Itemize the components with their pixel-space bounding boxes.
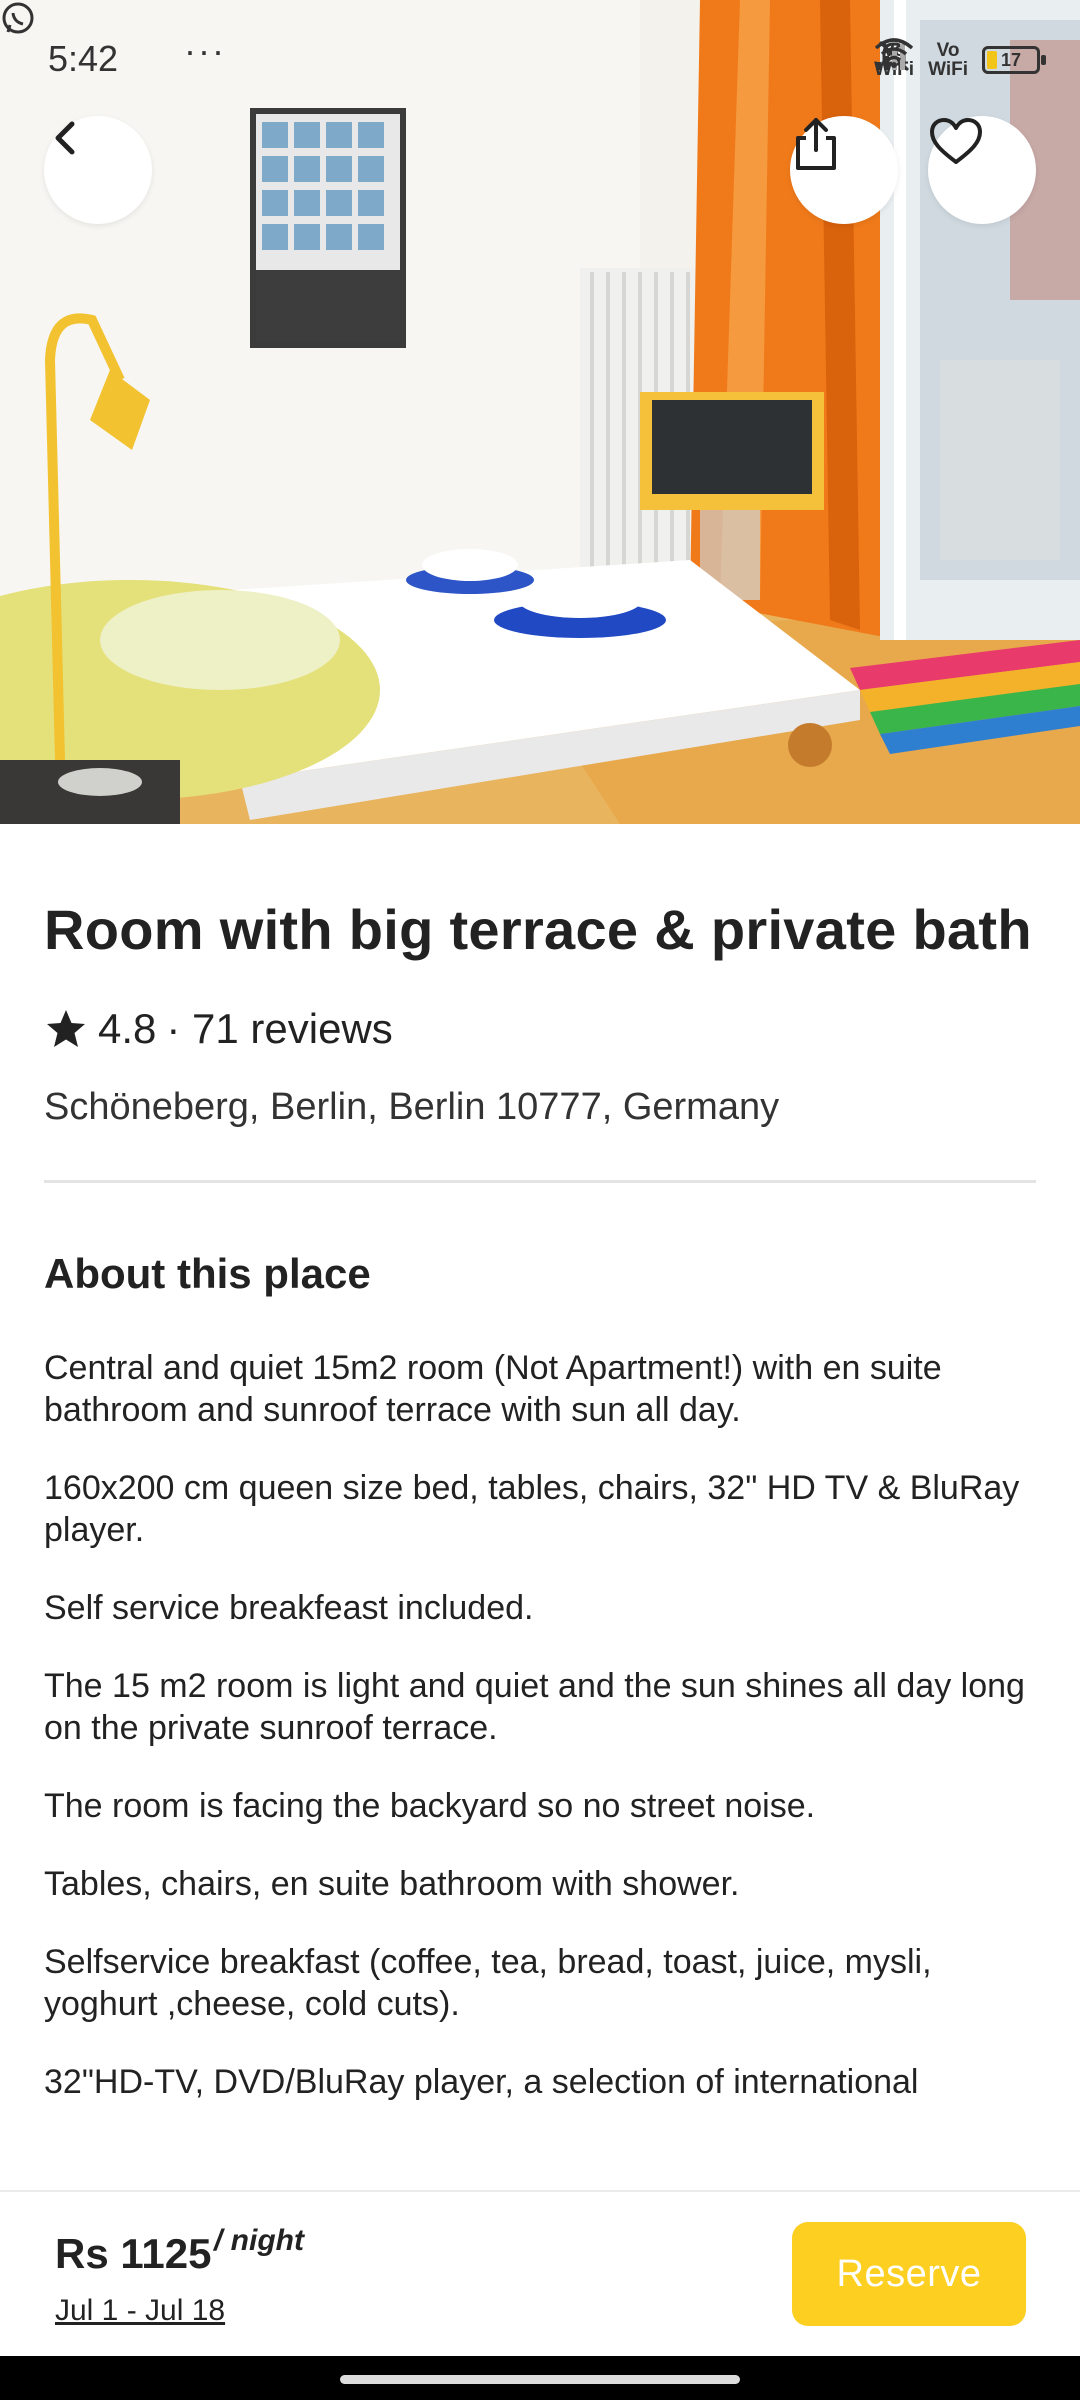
listing-details: Room with big terrace & private bath 4.8… [44,824,1036,2139]
favorite-button[interactable] [928,116,1036,224]
price: Rs 1125 [55,2230,212,2277]
whatsapp-icon [2,2,34,34]
back-arrow-icon [55,121,75,155]
listing-title: Room with big terrace & private bath [44,898,1032,961]
battery-icon: 17 [982,46,1046,74]
reviews-count: · 71 reviews [166,1005,393,1052]
about-description: Central and quiet 15m2 room (Not Apartme… [44,1347,1036,2103]
date-range-link[interactable]: Jul 1 - Jul 18 [55,2294,225,2328]
listing-location: Schöneberg, Berlin, Berlin 10777, German… [44,1086,780,1128]
description-paragraph: Self service breakfeast included. [44,1589,534,1627]
description-paragraph: Tables, chairs, en suite bathroom with s… [44,1865,740,1903]
description-paragraph: 32"HD-TV, DVD/BluRay player, a selection… [44,2063,919,2101]
listing-photo[interactable]: 5:42 ··· VoWiFi VoWiFi [0,0,1080,824]
description-paragraph: Selfservice breakfast (coffee, tea, brea… [44,1943,932,2023]
share-button[interactable] [790,116,898,224]
back-button[interactable] [44,116,152,224]
description-paragraph: Central and quiet 15m2 room (Not Apartme… [44,1349,942,1429]
wifi-icon [874,38,914,68]
description-paragraph: The 15 m2 room is light and quiet and th… [44,1667,1025,1747]
reserve-button[interactable]: Reserve [792,2222,1026,2326]
divider [44,1180,1036,1183]
home-indicator[interactable] [340,2375,740,2384]
booking-bar: Rs 1125 / night Jul 1 - Jul 18 Reserve [0,2190,1080,2356]
room-illustration [0,0,1080,824]
share-icon [796,118,836,170]
more-notifications-icon: ··· [184,30,226,71]
status-time: 5:42 [48,38,119,79]
vowifi-label-2: Vo WiFi [928,40,968,80]
battery-level: 17 [1000,50,1022,70]
system-navigation-bar [0,2356,1080,2400]
status-bar: 5:42 ··· VoWiFi VoWiFi [0,0,1080,120]
status-icons: VoWiFi VoWiFi 17 [874,36,1046,84]
heart-icon [930,118,982,164]
about-heading: About this place [44,1250,371,1297]
description-paragraph: The room is facing the backyard so no st… [44,1787,816,1825]
rating-row[interactable]: 4.8 · 71 reviews [44,1004,1036,1054]
star-icon [47,1010,85,1047]
rating-value: 4.8 [98,1005,157,1052]
description-paragraph: 160x200 cm queen size bed, tables, chair… [44,1469,1020,1549]
per-night-label: / night [214,2224,304,2257]
